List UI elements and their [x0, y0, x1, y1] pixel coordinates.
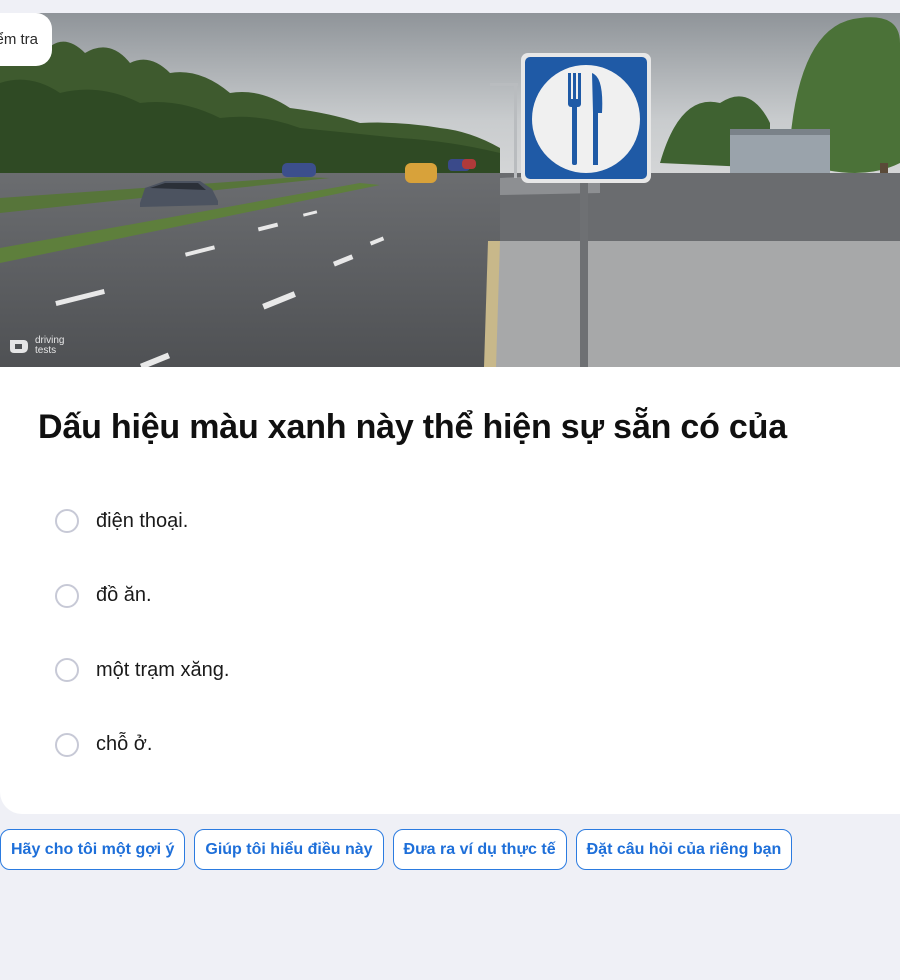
answer-option[interactable]: điện thoại.	[55, 506, 229, 536]
option-label: chỗ ở.	[96, 733, 153, 755]
question-card: Kiểm tra driving tests Dấu hiệu màu xanh…	[0, 13, 900, 814]
explain-button[interactable]: Giúp tôi hiểu điều này	[194, 829, 384, 870]
radio-button[interactable]	[55, 732, 79, 757]
drivingtests-logo-icon	[10, 340, 28, 353]
drivingtests-watermark: driving tests	[8, 336, 64, 356]
option-label: điện thoại.	[96, 509, 189, 532]
real-example-button[interactable]: Đưa ra ví dụ thực tế	[392, 829, 567, 870]
ask-own-question-button[interactable]: Đặt câu hỏi của riêng bạn	[575, 829, 793, 870]
question-text: Dấu hiệu màu xanh này thể hiện sự sẵn có…	[38, 408, 787, 446]
radio-button[interactable]	[55, 658, 79, 682]
hint-button[interactable]: Hãy cho tôi một gợi ý	[0, 829, 186, 870]
radio-button[interactable]	[55, 509, 79, 533]
answer-option[interactable]: một trạm xăng.	[55, 655, 229, 685]
answer-option[interactable]: đồ ăn.	[55, 581, 229, 611]
answer-option[interactable]: chỗ ở.	[55, 730, 229, 760]
watermark-line2: tests	[35, 345, 57, 356]
radio-button[interactable]	[55, 583, 79, 608]
quiz-badge-label: Kiểm tra	[0, 31, 38, 48]
quiz-badge[interactable]: Kiểm tra	[0, 13, 52, 66]
suggestion-chips: Hãy cho tôi một gợi ý Giúp tôi hiểu điều…	[0, 829, 793, 870]
option-label: đồ ăn.	[96, 584, 152, 606]
question-image: Kiểm tra driving tests	[0, 13, 900, 367]
option-label: một trạm xăng.	[96, 658, 230, 681]
page: Kiểm tra driving tests Dấu hiệu màu xanh…	[0, 0, 900, 980]
answer-options: điện thoại. đồ ăn. một trạm xăng. chỗ ở.	[55, 506, 229, 804]
